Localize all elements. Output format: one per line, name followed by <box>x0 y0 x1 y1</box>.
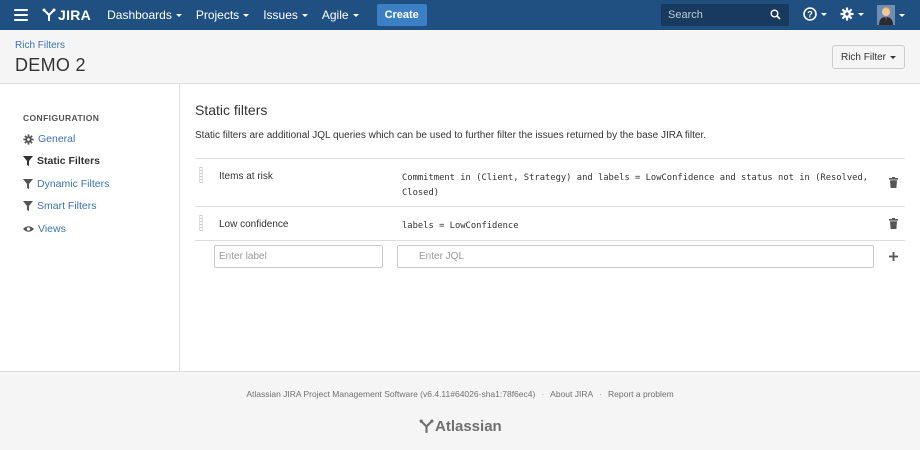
sidebar-item-label: Views <box>38 223 66 235</box>
footer-links: Atlassian JIRA Project Management Softwa… <box>0 389 920 399</box>
section-title: Static filters <box>195 102 268 118</box>
static-filters-table: Items at risk Commitment in (Client, Str… <box>195 158 905 273</box>
content-area: CONFIGURATION General Static Filters Dyn… <box>0 84 920 371</box>
chevron-down-icon <box>301 13 308 17</box>
trash-icon[interactable] <box>889 177 898 188</box>
filter-jql: labels = LowConfidence <box>402 221 519 231</box>
sidebar-item-dynamic-filters[interactable]: Dynamic Filters <box>23 178 109 190</box>
top-navigation-bar: JIRA Dashboards Projects Issues Agile Cr… <box>0 0 920 30</box>
sidebar-item-views[interactable]: Views <box>23 223 66 235</box>
new-filter-jql-input[interactable] <box>397 245 874 268</box>
configuration-sidebar: CONFIGURATION General Static Filters Dyn… <box>0 84 180 371</box>
chevron-down-icon <box>243 13 250 17</box>
nav-projects[interactable]: Projects <box>195 8 250 22</box>
atlassian-logo[interactable]: Atlassian <box>419 418 502 435</box>
filter-label: Low confidence <box>219 219 289 230</box>
atlassian-logo-icon <box>419 419 434 433</box>
sidebar-heading: CONFIGURATION <box>23 113 100 123</box>
rich-filter-dropdown-button[interactable]: Rich Filter <box>832 45 905 69</box>
page-title: DEMO 2 <box>15 55 86 75</box>
section-description: Static filters are additional JQL querie… <box>195 130 707 141</box>
chevron-down-icon <box>175 13 182 17</box>
filter-label: Items at risk <box>219 171 273 182</box>
svg-text:?: ? <box>807 10 813 20</box>
plus-icon[interactable] <box>889 252 898 261</box>
nav-agile-label: Agile <box>321 8 349 22</box>
table-row: Items at risk Commitment in (Client, Str… <box>195 159 905 207</box>
table-row: Low confidence labels = LowConfidence <box>195 207 905 241</box>
avatar <box>877 5 895 25</box>
sidebar-item-label: Dynamic Filters <box>37 178 110 190</box>
gear-icon <box>23 133 34 145</box>
jira-logo-icon <box>42 8 56 21</box>
rich-filter-label: Rich Filter <box>840 51 886 63</box>
sidebar-item-static-filters[interactable]: Static Filters <box>23 155 100 167</box>
about-jira-link[interactable]: About JIRA <box>550 389 593 399</box>
help-icon: ? <box>803 7 817 21</box>
chevron-down-icon <box>858 12 864 16</box>
nav-issues-label: Issues <box>263 8 298 22</box>
filter-icon <box>23 201 33 211</box>
drag-handle-icon[interactable] <box>199 167 203 183</box>
admin-settings-menu[interactable] <box>840 7 864 21</box>
quick-search <box>661 4 789 26</box>
drag-handle-icon[interactable] <box>199 215 203 231</box>
atlassian-logo-text: Atlassian <box>435 418 502 435</box>
sidebar-item-label: Static Filters <box>37 155 101 167</box>
sidebar-item-smart-filters[interactable]: Smart Filters <box>23 200 97 212</box>
separator: · <box>541 389 545 399</box>
chevron-down-icon <box>890 55 896 59</box>
filter-icon <box>23 156 33 166</box>
chevron-down-icon <box>821 12 827 16</box>
version-text: Atlassian JIRA Project Management Softwa… <box>246 389 536 399</box>
nav-projects-label: Projects <box>195 8 240 22</box>
report-problem-link[interactable]: Report a problem <box>608 389 674 399</box>
chevron-down-icon <box>352 13 359 17</box>
gear-icon <box>840 7 854 21</box>
jira-logo-text: JIRA <box>58 7 92 23</box>
trash-icon[interactable] <box>889 218 898 229</box>
sidebar-item-general[interactable]: General <box>23 133 75 145</box>
nav-dashboards-label: Dashboards <box>107 8 172 22</box>
nav-dashboards[interactable]: Dashboards <box>107 8 182 22</box>
search-input[interactable] <box>668 9 768 21</box>
create-issue-button[interactable]: Create <box>376 4 427 26</box>
new-filter-label-input[interactable] <box>214 245 383 268</box>
page-header: Rich Filters DEMO 2 Rich Filter <box>0 30 920 84</box>
separator: · <box>599 389 603 399</box>
filter-icon <box>23 179 33 189</box>
help-menu[interactable]: ? <box>803 7 827 21</box>
app-switcher-menu-icon[interactable] <box>14 9 28 21</box>
user-profile-menu[interactable] <box>877 5 905 25</box>
nav-issues[interactable]: Issues <box>263 8 308 22</box>
nav-agile[interactable]: Agile <box>322 8 359 22</box>
jira-logo[interactable]: JIRA <box>42 7 91 23</box>
chevron-down-icon <box>899 13 905 17</box>
sidebar-item-label: General <box>38 133 76 145</box>
search-icon[interactable] <box>770 9 781 20</box>
new-filter-row <box>195 241 905 273</box>
footer: Atlassian JIRA Project Management Softwa… <box>0 371 920 450</box>
sidebar-item-label: Smart Filters <box>37 200 97 212</box>
eye-icon <box>23 226 34 232</box>
breadcrumb[interactable]: Rich Filters <box>15 40 65 51</box>
filter-jql: Commitment in (Client, Strategy) and lab… <box>402 173 869 198</box>
